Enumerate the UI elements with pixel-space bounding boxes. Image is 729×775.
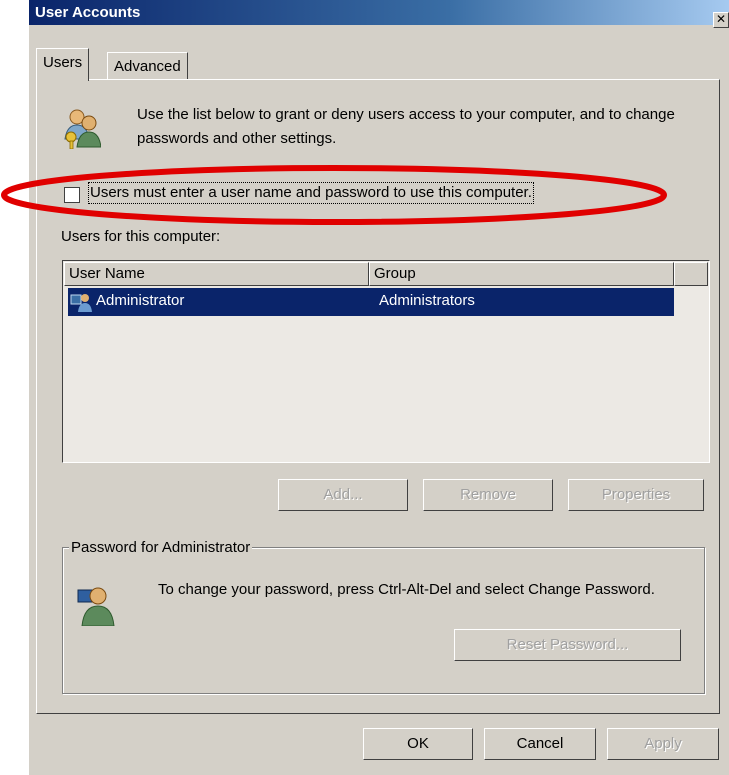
close-button[interactable]: ✕	[713, 12, 729, 28]
intro-text: Use the list below to grant or deny user…	[137, 106, 675, 147]
add-button[interactable]: Add...	[278, 479, 408, 511]
column-header-filler	[674, 262, 708, 286]
cancel-button[interactable]: Cancel	[484, 728, 596, 760]
password-group-title: Password for Administrator	[69, 539, 253, 556]
require-password-label[interactable]: Users must enter a user name and passwor…	[88, 182, 534, 204]
tab-advanced[interactable]: Advanced	[107, 52, 188, 80]
password-groupbox	[62, 547, 705, 694]
users-for-computer-label: Users for this computer:	[61, 228, 221, 245]
require-password-checkbox[interactable]	[64, 187, 80, 203]
table-row[interactable]: Administrator Administrators	[68, 288, 674, 316]
user-name-cell: Administrator	[96, 292, 185, 309]
admin-user-icon	[70, 294, 92, 312]
window-title: User Accounts	[35, 4, 141, 21]
user-password-icon	[77, 587, 115, 626]
column-header-user-name[interactable]: User Name	[64, 262, 369, 286]
tab-users[interactable]: Users	[36, 48, 90, 81]
remove-button[interactable]: Remove	[423, 479, 553, 511]
group-cell: Administrators	[379, 292, 475, 309]
users-keys-icon	[64, 109, 101, 149]
apply-button[interactable]: Apply	[607, 728, 719, 760]
title-bar: User Accounts	[29, 0, 729, 25]
user-list[interactable]: User Name Group Administrator Administra…	[62, 260, 710, 463]
user-accounts-window: User Accounts ✕ Users Advanced Use the l…	[29, 0, 729, 775]
password-instructions: To change your password, press Ctrl-Alt-…	[158, 581, 655, 598]
column-header-group[interactable]: Group	[369, 262, 674, 286]
tab-label: Advanced	[114, 58, 181, 75]
reset-password-button[interactable]: Reset Password...	[454, 629, 681, 661]
properties-button[interactable]: Properties	[568, 479, 704, 511]
ok-button[interactable]: OK	[363, 728, 473, 760]
tab-label: Users	[43, 54, 83, 71]
